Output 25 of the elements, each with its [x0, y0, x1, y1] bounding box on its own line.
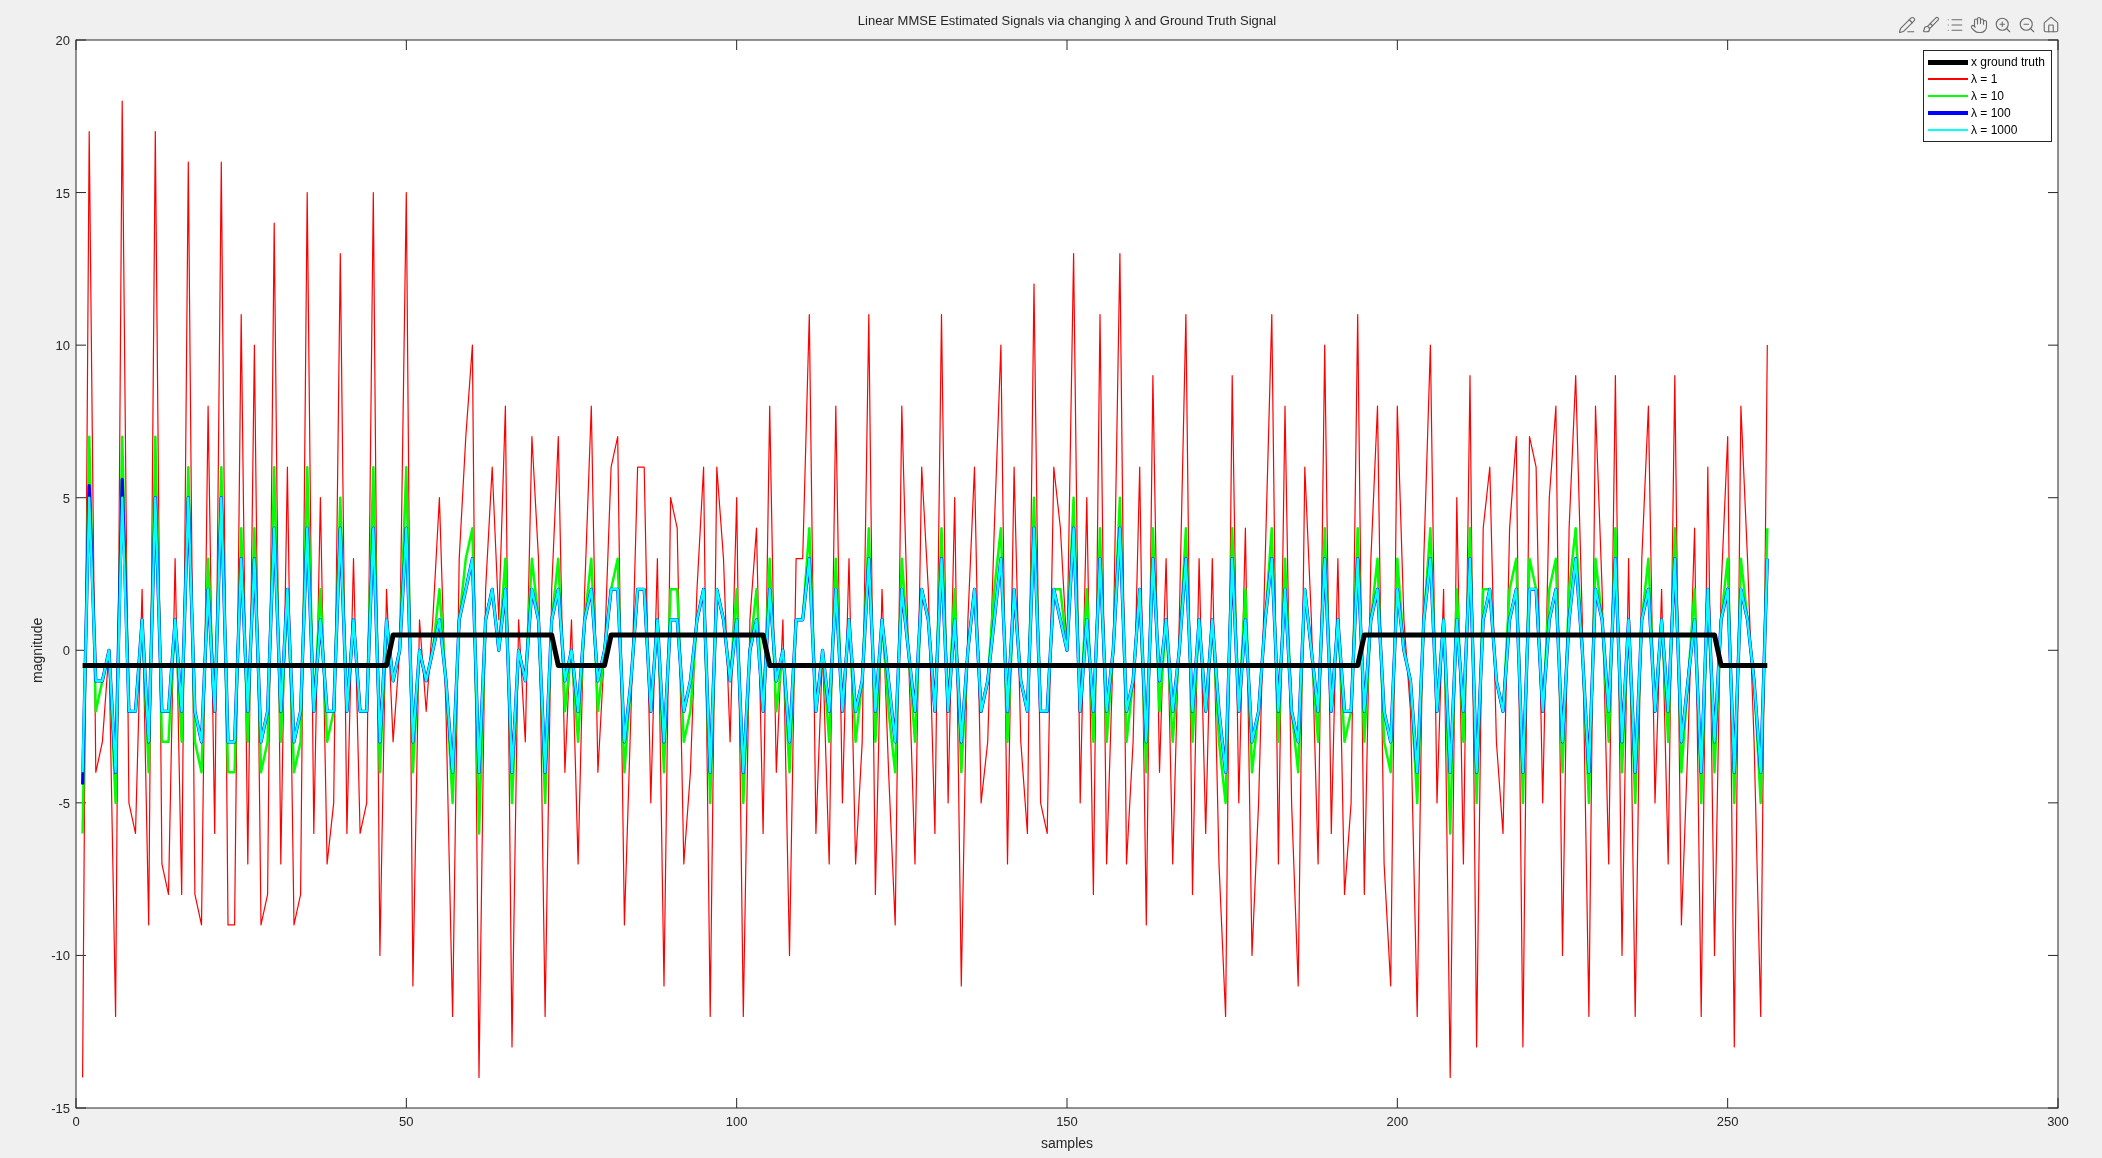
x-axis-label: samples — [1040, 1135, 1094, 1151]
tick-label: 50 — [399, 1114, 414, 1129]
tick-label: 10 — [55, 338, 70, 354]
legend-label: λ = 1 — [1971, 72, 1998, 86]
legend-label: λ = 1000 — [1971, 123, 2018, 137]
legend-label: λ = 100 — [1971, 106, 2011, 120]
y-axis-label: magnitude — [29, 617, 45, 683]
tick-label: 100 — [725, 1114, 748, 1129]
chart-title: Linear MMSE Estimated Signals via changing λ and Ground Truth Signal — [857, 13, 1277, 30]
tick-label: 20 — [55, 33, 70, 48]
tick-label: 15 — [55, 185, 70, 201]
tick-label: 200 — [1386, 1114, 1409, 1129]
pencil-icon[interactable] — [1896, 14, 1918, 36]
hand-icon[interactable] — [1968, 14, 1990, 36]
tick-label: 150 — [1056, 1114, 1078, 1129]
tick-label: 5 — [62, 490, 70, 506]
legend-label: λ = 10 — [1971, 89, 2005, 103]
tick-label: -5 — [58, 795, 70, 811]
tick-label: 0 — [72, 1114, 80, 1129]
legend-label: x ground truth — [1971, 55, 2046, 69]
tick-label: 250 — [1716, 1114, 1739, 1129]
tick-label: 0 — [62, 643, 70, 659]
tick-label: -10 — [51, 948, 70, 964]
tick-label: -15 — [51, 1101, 70, 1116]
tick-label: 300 — [2047, 1114, 2069, 1129]
